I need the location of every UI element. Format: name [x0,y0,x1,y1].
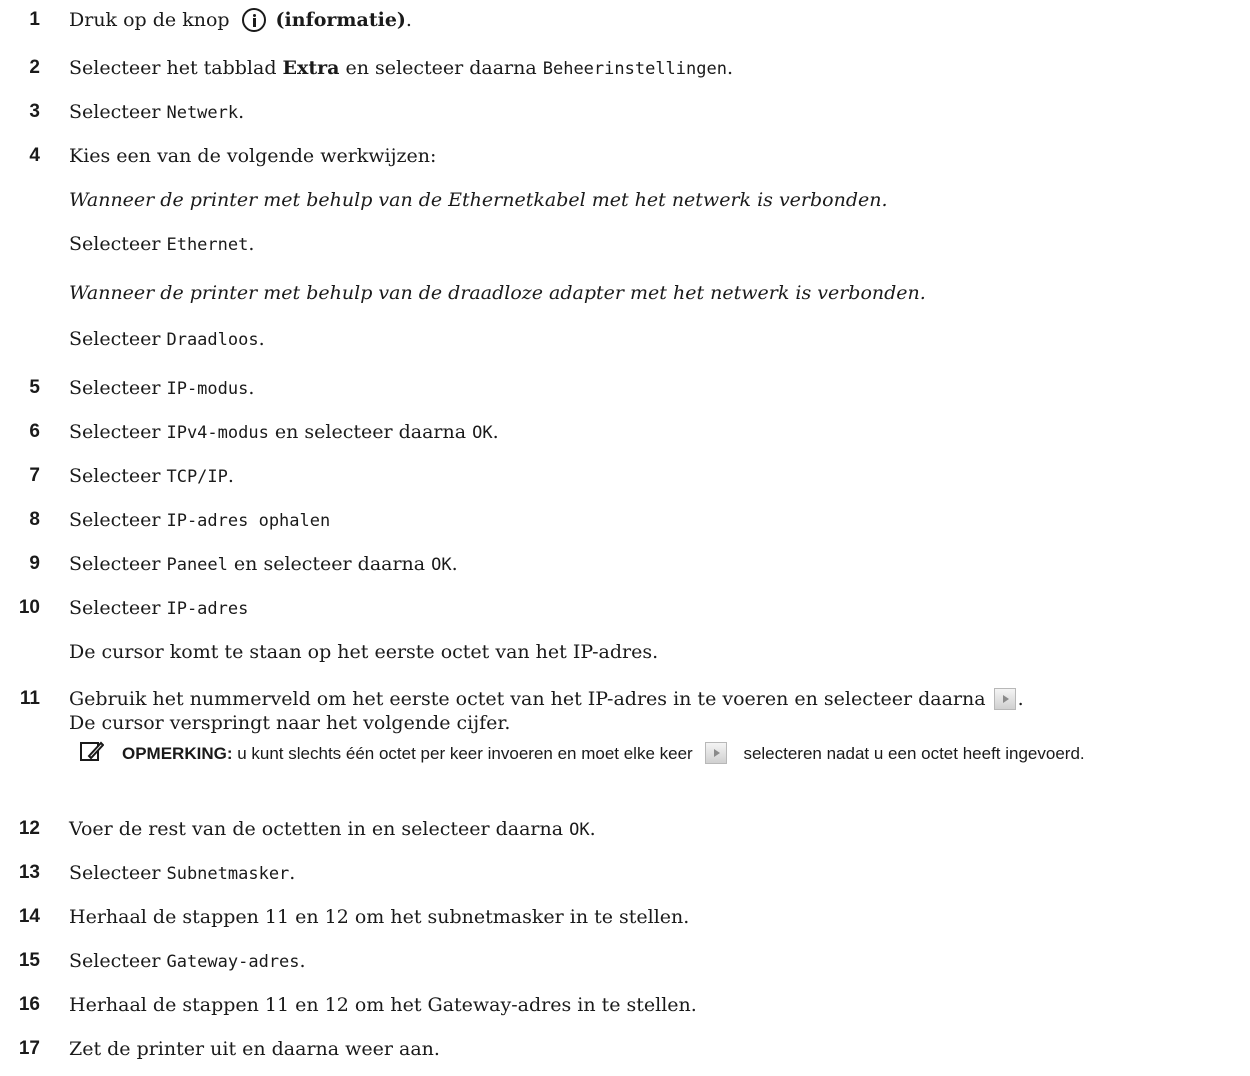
step-6: 6 Selecteer IPv4-modus en selecteer daar… [29,421,499,443]
step-4-condition-ethernet: Wanneer de printer met behulp van de Eth… [69,189,888,211]
menu-item: IP-adres ophalen [166,511,331,531]
menu-item: IP-adres [166,599,249,619]
menu-item: OK [431,555,452,575]
menu-item: Ethernet [166,235,249,255]
step-2: 2 Selecteer het tabblad Extra en selecte… [29,57,734,79]
note-label: OPMERKING: [122,744,233,763]
right-arrow-button-icon [704,742,727,764]
menu-item: OK [569,820,590,840]
step-12: 12 Voer de rest van de octetten in en se… [18,818,596,840]
info-label: (informatie) [275,9,406,31]
step-14: 14 Herhaal de stappen 11 en 12 om het su… [18,906,690,928]
step-4-condition-wireless: Wanneer de printer met behulp van de dra… [69,282,926,304]
menu-item: IPv4-modus [166,423,269,443]
menu-item: OK [472,423,493,443]
tab-name: Extra [282,57,340,79]
step-4-select-ethernet: Selecteer Ethernet. [69,233,255,255]
step-8: 8 Selecteer IP-adres ophalen [29,509,331,531]
note-pencil-icon [80,741,104,761]
step-13: 13 Selecteer Subnetmasker. [18,862,296,884]
menu-item: Beheerinstellingen [542,59,727,79]
menu-item: Draadloos [166,330,259,350]
note-text: OPMERKING: u kunt slechts één octet per … [122,742,1085,764]
step-5: 5 Selecteer IP-modus. [29,377,255,399]
step-9: 9 Selecteer Paneel en selecteer daarna O… [29,553,458,575]
right-arrow-button-icon [993,688,1016,710]
step-16: 16 Herhaal de stappen 11 en 12 om het Ga… [18,994,697,1016]
menu-item: TCP/IP [166,467,228,487]
step-11-detail: De cursor verspringt naar het volgende c… [69,712,511,734]
step-10-detail: De cursor komt te staan op het eerste oc… [69,641,659,663]
step-10: 10 Selecteer IP-adres [18,597,249,619]
step-11: 11 Gebruik het nummerveld om het eerste … [19,688,1024,710]
step-7: 7 Selecteer TCP/IP. [29,465,234,487]
step-17: 17 Zet de printer uit en daarna weer aan… [18,1038,440,1060]
step-1: 1 Druk op de knop (informatie). [0,8,1250,32]
step-text: Druk op de knop [69,9,230,31]
menu-item: Paneel [166,555,228,575]
menu-item: Netwerk [166,103,239,123]
step-number: 1 [29,9,40,30]
info-icon [241,8,266,32]
step-4: 4 Kies een van de volgende werkwijzen: [29,145,437,167]
step-3: 3 Selecteer Netwerk. [29,101,245,123]
step-4-select-wireless: Selecteer Draadloos. [69,328,265,350]
menu-item: Gateway-adres [166,952,300,972]
menu-item: Subnetmasker [166,864,290,884]
menu-item: IP-modus [166,379,249,399]
step-15: 15 Selecteer Gateway-adres. [18,950,306,972]
